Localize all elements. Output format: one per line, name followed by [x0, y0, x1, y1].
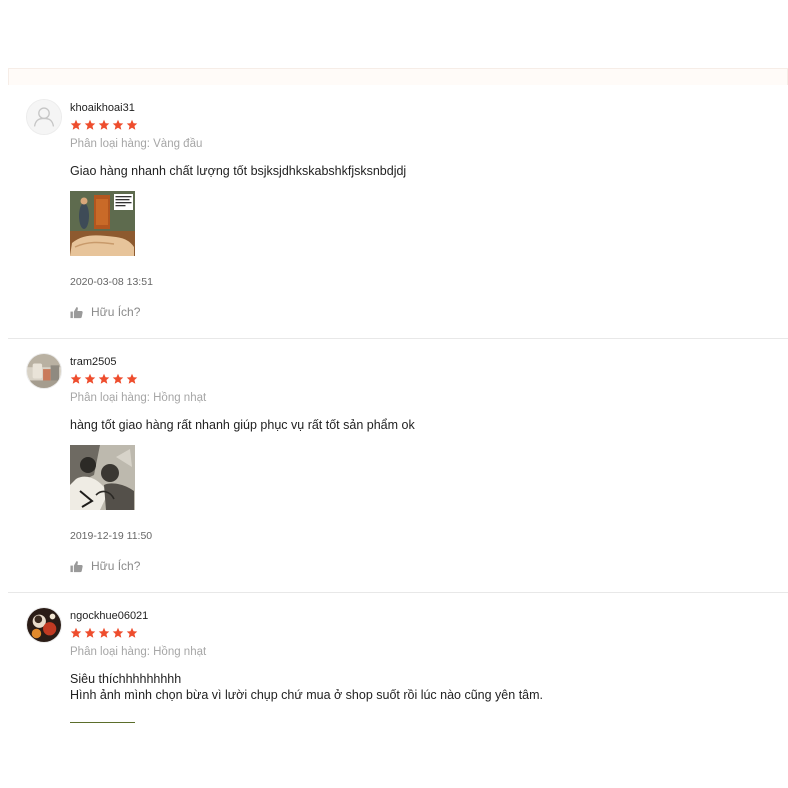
star-icon — [70, 373, 82, 384]
person-silhouette-icon — [27, 100, 61, 134]
star-icon — [126, 119, 138, 130]
review-photo-image — [70, 445, 135, 510]
review-photo[interactable] — [70, 445, 135, 510]
rating-stars — [70, 627, 138, 639]
product-variant: Phân loại hàng: Hồng nhạt — [70, 646, 207, 658]
user-photo-avatar — [27, 608, 61, 642]
reviewer-username[interactable]: ngockhue06021 — [70, 610, 148, 622]
review-photo-image — [70, 191, 135, 256]
review-photo[interactable] — [70, 722, 135, 723]
thumbs-up-icon — [70, 560, 83, 572]
star-icon — [112, 373, 124, 384]
star-icon — [98, 119, 110, 130]
rating-stars — [70, 119, 138, 131]
avatar[interactable] — [26, 607, 62, 643]
star-icon — [126, 373, 138, 384]
star-icon — [84, 627, 96, 638]
rating-stars — [70, 373, 138, 385]
star-icon — [98, 373, 110, 384]
review-photo[interactable] — [70, 191, 135, 256]
review-comment: Siêu thíchhhhhhhhh Hình ảnh mình chọn bừ… — [70, 672, 543, 702]
star-icon — [98, 627, 110, 638]
review-item: ngockhue06021 Phân loại hàng: Hồng nhạt … — [8, 593, 788, 723]
helpful-label: Hữu Ích? — [91, 559, 141, 573]
helpful-button[interactable]: Hữu Ích? — [70, 305, 140, 319]
star-icon — [70, 627, 82, 638]
helpful-label: Hữu Ích? — [91, 305, 141, 319]
star-icon — [112, 627, 124, 638]
review-comment: hàng tốt giao hàng rất nhanh giúp phục v… — [70, 418, 415, 432]
review-item: khoaikhoai31 Phân loại hàng: Vàng đầu Gi… — [8, 85, 788, 339]
review-comment: Giao hàng nhanh chất lượng tốt bsjksjdhk… — [70, 164, 407, 178]
star-icon — [84, 119, 96, 130]
review-list: khoaikhoai31 Phân loại hàng: Vàng đầu Gi… — [8, 85, 788, 723]
user-photo-avatar — [27, 354, 61, 388]
reviewer-username[interactable]: khoaikhoai31 — [70, 102, 135, 114]
star-icon — [112, 119, 124, 130]
star-icon — [70, 119, 82, 130]
product-variant: Phân loại hàng: Hồng nhạt — [70, 392, 207, 404]
rating-filter-bar — [8, 68, 788, 85]
review-timestamp: 2019-12-19 11:50 — [70, 530, 153, 542]
reviewer-username[interactable]: tram2505 — [70, 356, 116, 368]
product-variant: Phân loại hàng: Vàng đầu — [70, 138, 203, 150]
avatar[interactable] — [26, 353, 62, 389]
avatar[interactable] — [26, 99, 62, 135]
thumbs-up-icon — [70, 306, 83, 318]
star-icon — [84, 373, 96, 384]
star-icon — [126, 627, 138, 638]
review-timestamp: 2020-03-08 13:51 — [70, 276, 153, 288]
review-item: tram2505 Phân loại hàng: Hồng nhạt hàng … — [8, 339, 788, 593]
helpful-button[interactable]: Hữu Ích? — [70, 559, 140, 573]
